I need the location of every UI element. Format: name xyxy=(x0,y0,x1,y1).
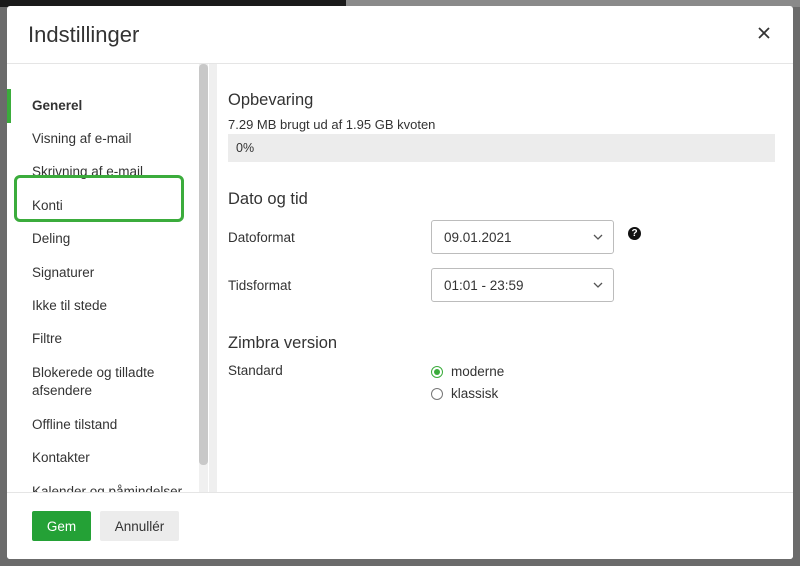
date-format-label: Datoformat xyxy=(228,230,295,245)
sidebar-item-signaturer[interactable]: Signaturer xyxy=(7,264,197,282)
cancel-button[interactable]: Annullér xyxy=(100,511,179,541)
sidebar-item-visning[interactable]: Visning af e-mail xyxy=(7,130,197,148)
sidebar-item-filtre[interactable]: Filtre xyxy=(7,330,197,348)
sidebar-item-konti[interactable]: Konti xyxy=(7,197,197,215)
sidebar-item-generel[interactable]: Generel xyxy=(7,89,197,123)
time-format-select[interactable]: 01:01 - 23:59 xyxy=(431,268,614,302)
storage-usage-text: 7.29 MB brugt ud af 1.95 GB kvoten xyxy=(228,117,436,132)
settings-dialog: Indstillinger Generel Visning af e-mail … xyxy=(7,6,793,559)
dialog-header: Indstillinger xyxy=(7,6,793,64)
settings-sidebar: Generel Visning af e-mail Skrivning af e… xyxy=(7,64,209,492)
dialog-body: Generel Visning af e-mail Skrivning af e… xyxy=(7,64,793,492)
time-format-value: 01:01 - 23:59 xyxy=(444,278,524,293)
date-format-value: 09.01.2021 xyxy=(444,230,512,245)
sidebar-divider xyxy=(209,64,217,492)
datetime-section-title: Dato og tid xyxy=(228,190,308,208)
save-button[interactable]: Gem xyxy=(32,511,91,541)
storage-progress-bar: 0% xyxy=(228,134,775,162)
radio-moderne[interactable]: moderne xyxy=(431,364,504,379)
storage-section-title: Opbevaring xyxy=(228,91,314,109)
question-circle-icon[interactable]: ? xyxy=(628,227,641,240)
date-format-select[interactable]: 09.01.2021 xyxy=(431,220,614,254)
chevron-down-icon xyxy=(593,234,603,240)
sidebar-item-skrivning[interactable]: Skrivning af e-mail xyxy=(7,163,197,181)
radio-button[interactable] xyxy=(431,387,443,400)
storage-percent-label: 0% xyxy=(236,141,255,155)
zimbra-version-label: Standard xyxy=(228,363,283,378)
radio-label: moderne xyxy=(451,364,505,379)
sidebar-item-offline[interactable]: Offline tilstand xyxy=(7,416,197,434)
dialog-footer: Gem Annullér xyxy=(7,492,793,559)
radio-klassisk[interactable]: klassisk xyxy=(431,386,498,401)
close-button[interactable] xyxy=(753,22,775,44)
settings-content: Opbevaring 7.29 MB brugt ud af 1.95 GB k… xyxy=(217,64,793,492)
dialog-title: Indstillinger xyxy=(28,22,140,47)
sidebar-item-kontakter[interactable]: Kontakter xyxy=(7,449,197,467)
time-format-label: Tidsformat xyxy=(228,278,292,293)
sidebar-item-blokerede[interactable]: Blokerede og tilladte afsendere xyxy=(7,364,182,400)
radio-button-checked[interactable] xyxy=(431,365,443,378)
zimbra-section-title: Zimbra version xyxy=(228,334,338,352)
sidebar-scrollbar-thumb[interactable] xyxy=(199,64,208,465)
close-icon xyxy=(758,27,770,39)
sidebar-item-ikke-til-stede[interactable]: Ikke til stede xyxy=(7,297,197,315)
sidebar-item-kalender[interactable]: Kalender og påmindelser xyxy=(7,483,197,492)
sidebar-item-deling[interactable]: Deling xyxy=(7,230,197,248)
radio-label: klassisk xyxy=(451,386,499,401)
chevron-down-icon xyxy=(593,282,603,288)
